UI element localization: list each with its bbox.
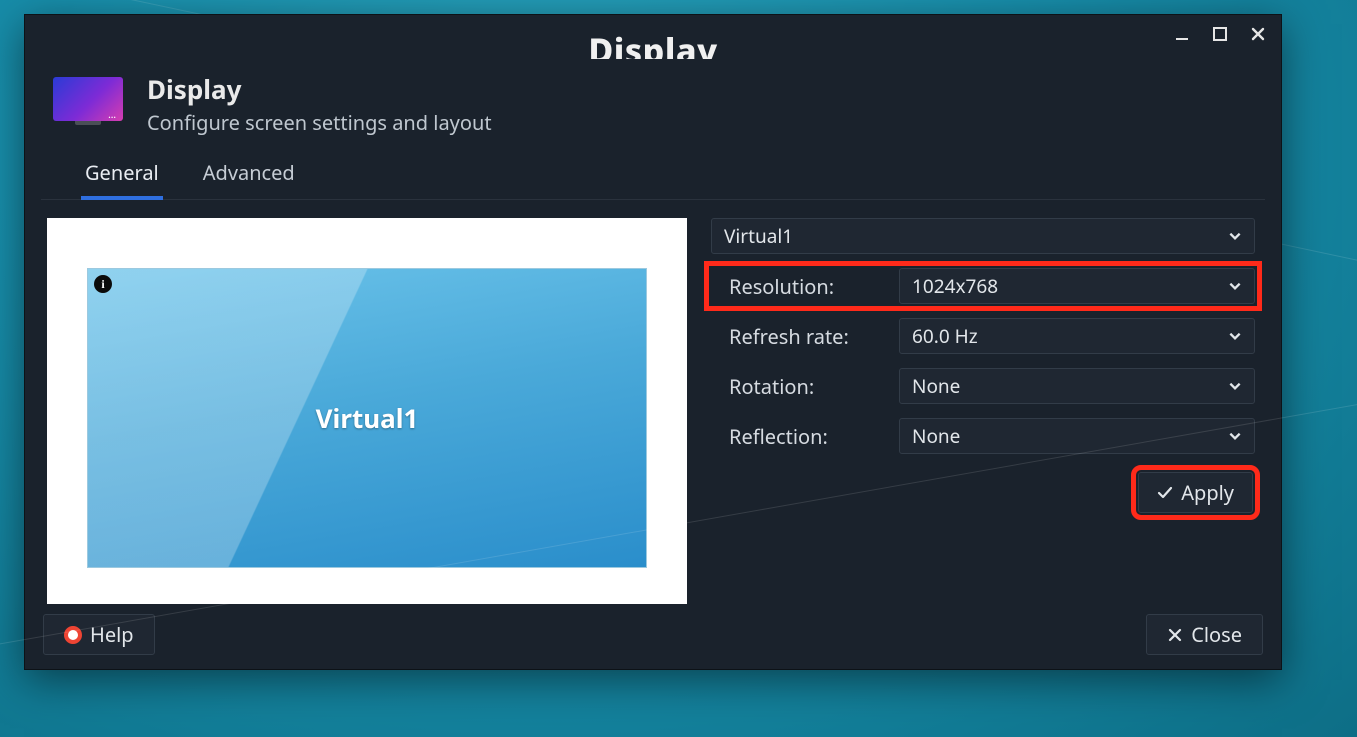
page-title: Display [147,71,492,107]
resolution-row: Resolution: 1024x768 [711,268,1255,304]
window-maximize-button[interactable] [1203,21,1237,47]
refresh-rate-row: Refresh rate: 60.0 Hz [711,318,1255,354]
output-selector-value: Virtual1 [724,223,793,249]
window-titlebar[interactable]: Display [25,15,1281,53]
reflection-label: Reflection: [711,423,881,450]
tab-content-general: i Virtual1 Virtual1 Resolution: 1024x768 [25,200,1281,604]
maximize-icon [1212,26,1228,42]
rotation-row: Rotation: None [711,368,1255,404]
display-settings-form: Virtual1 Resolution: 1024x768 Refresh ra… [711,218,1259,604]
chevron-down-icon [1228,279,1242,293]
chevron-down-icon [1228,429,1242,443]
refresh-rate-label: Refresh rate: [711,323,881,350]
check-icon [1157,485,1173,501]
reflection-dropdown[interactable]: None [899,418,1255,454]
close-button-label: Close [1191,621,1242,648]
help-button-label: Help [90,621,134,648]
display-settings-window: Display Display Configure screen setting… [24,14,1282,670]
display-layout-preview[interactable]: i Virtual1 [47,218,687,604]
window-controls [1165,21,1275,47]
preview-display-virtual1[interactable]: i Virtual1 [87,268,647,568]
chevron-down-icon [1228,229,1242,243]
dialog-footer: Help Close [25,604,1281,669]
apply-row: Apply [711,472,1255,513]
rotation-value: None [912,373,960,399]
rotation-label: Rotation: [711,373,881,400]
window-minimize-button[interactable] [1165,21,1199,47]
help-button[interactable]: Help [43,614,155,655]
close-button[interactable]: Close [1146,614,1263,655]
apply-button-label: Apply [1181,479,1234,506]
apply-button[interactable]: Apply [1138,472,1253,513]
page-subtitle: Configure screen settings and layout [147,109,492,136]
refresh-rate-dropdown[interactable]: 60.0 Hz [899,318,1255,354]
window-title: Display [588,33,717,59]
resolution-label: Resolution: [711,273,881,300]
chevron-down-icon [1228,379,1242,393]
resolution-value: 1024x768 [912,273,998,299]
tab-general[interactable]: General [81,153,163,200]
preview-display-label: Virtual1 [316,400,419,436]
chevron-down-icon [1228,329,1242,343]
close-icon [1250,26,1266,42]
display-icon [53,77,127,131]
resolution-dropdown[interactable]: 1024x768 [899,268,1255,304]
tab-bar: General Advanced [41,152,1265,200]
window-close-button[interactable] [1241,21,1275,47]
page-header: Display Configure screen settings and la… [25,53,1281,146]
rotation-dropdown[interactable]: None [899,368,1255,404]
info-icon[interactable]: i [94,275,112,293]
minimize-icon [1174,26,1190,42]
tab-advanced[interactable]: Advanced [199,153,299,200]
output-selector-dropdown[interactable]: Virtual1 [711,218,1255,254]
reflection-row: Reflection: None [711,418,1255,454]
refresh-rate-value: 60.0 Hz [912,323,978,349]
help-icon [64,626,82,644]
reflection-value: None [912,423,960,449]
close-icon [1167,627,1183,643]
